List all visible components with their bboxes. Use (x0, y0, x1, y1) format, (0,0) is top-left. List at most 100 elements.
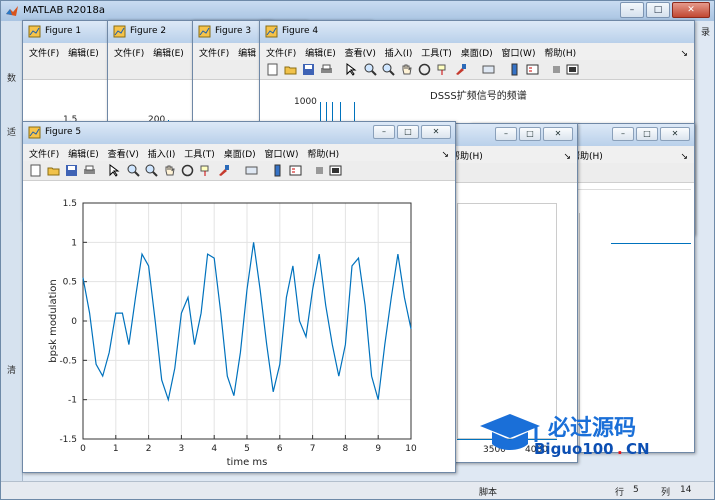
y-axis-label: bpsk modulation (48, 279, 59, 362)
status-col-value: 14 (680, 485, 692, 495)
menu-window[interactable]: 窗口(W) (259, 144, 299, 160)
pointer-icon[interactable] (107, 164, 120, 177)
menu-help[interactable]: 帮助(H) (538, 43, 576, 59)
show-tools-icon[interactable] (566, 63, 579, 76)
close-button[interactable]: ✕ (421, 125, 451, 139)
matlab-logo-icon (6, 6, 18, 16)
menu-insert[interactable]: 插入(I) (142, 144, 176, 160)
y-tick-label: 1000 (294, 97, 317, 107)
menu-edit[interactable]: 编辑(E) (147, 43, 184, 59)
left-strip-label: 适 (7, 128, 17, 138)
maximize-button[interactable]: □ (519, 127, 541, 141)
menu-file[interactable]: 文件(F) (260, 43, 296, 59)
new-figure-icon[interactable] (266, 63, 279, 76)
open-file-icon[interactable] (47, 164, 60, 177)
menu-file[interactable]: 文件(F) (23, 43, 59, 59)
left-side-panel: 数 适 清 (1, 21, 23, 483)
minimize-button[interactable]: – (612, 127, 634, 141)
menu-edit[interactable]: 编辑(E) (299, 43, 336, 59)
maximize-button[interactable]: □ (646, 2, 670, 18)
menu-overflow-icon[interactable]: ↘ (557, 149, 571, 162)
maximize-button[interactable]: □ (636, 127, 658, 141)
menu-view[interactable]: 查看(V) (102, 144, 139, 160)
menu-tools[interactable]: 工具(T) (415, 43, 452, 59)
colorbar-icon[interactable] (508, 63, 521, 76)
menu-help[interactable]: 帮助(H) (301, 144, 339, 160)
zoom-out-icon[interactable] (382, 63, 395, 76)
print-icon[interactable] (83, 164, 96, 177)
menu-overflow-icon[interactable]: ↘ (674, 46, 688, 59)
figure-5-toolbar (23, 161, 455, 181)
status-row-label: 行 (615, 488, 625, 498)
menu-tools[interactable]: 工具(T) (178, 144, 215, 160)
rotate-3d-icon[interactable] (418, 63, 431, 76)
figure-title: Figure 3 (215, 26, 252, 36)
legend-icon[interactable] (289, 164, 302, 177)
x-tick-label: 2 (146, 444, 152, 454)
menu-overflow-icon[interactable]: ↘ (435, 147, 449, 160)
close-button[interactable]: ✕ (672, 2, 710, 18)
menu-view[interactable]: 查看(V) (339, 43, 376, 59)
status-script: 脚本 (479, 488, 498, 498)
save-icon[interactable] (302, 63, 315, 76)
colorbar-icon[interactable] (271, 164, 284, 177)
zoom-in-icon[interactable] (364, 63, 377, 76)
show-tools-icon[interactable] (329, 164, 342, 177)
bpsk-modulation-chart: 0 1 2 3 4 5 6 7 8 9 10 1.5 1 0.5 0 -0.5 -1 -1.5 time ms bps… (48, 199, 417, 468)
menu-desktop[interactable]: 桌面(D) (455, 43, 493, 59)
menu-desktop[interactable]: 桌面(D) (218, 144, 256, 160)
data-cursor-icon[interactable] (436, 63, 449, 76)
watermark-en-text: Biguo100 (534, 440, 614, 458)
menu-file[interactable]: 文件(F) (193, 43, 229, 59)
y-tick-label: -1.5 (59, 435, 77, 445)
new-figure-icon[interactable] (29, 164, 42, 177)
figure-icon (265, 25, 278, 38)
minimize-button[interactable]: – (620, 2, 644, 18)
hide-tools-icon[interactable] (313, 164, 326, 177)
main-title-bar[interactable]: MATLAB R2018a – □ ✕ (1, 1, 714, 21)
x-tick-label: 1 (113, 444, 119, 454)
menu-file[interactable]: 文件(F) (108, 43, 144, 59)
x-tick-label: 6 (277, 444, 283, 454)
x-tick-label: 8 (343, 444, 349, 454)
menu-edit[interactable]: 编辑(E) (62, 43, 99, 59)
legend-icon[interactable] (526, 63, 539, 76)
link-plot-icon[interactable] (482, 63, 495, 76)
brush-icon[interactable] (217, 164, 230, 177)
x-tick-label: 9 (375, 444, 381, 454)
pan-hand-icon[interactable] (400, 63, 413, 76)
link-plot-icon[interactable] (245, 164, 258, 177)
figure-title: Figure 5 (45, 127, 82, 137)
menu-insert[interactable]: 插入(I) (379, 43, 413, 59)
close-button[interactable]: ✕ (543, 127, 573, 141)
menu-edit[interactable]: 编辑(E) (62, 144, 99, 160)
y-tick-label: 1.5 (63, 199, 77, 209)
figure-4-title-bar[interactable]: Figure 4 (260, 21, 694, 43)
rotate-3d-icon[interactable] (181, 164, 194, 177)
menu-window[interactable]: 窗口(W) (496, 43, 536, 59)
menu-file[interactable]: 文件(F) (23, 144, 59, 160)
hide-tools-icon[interactable] (550, 63, 563, 76)
open-file-icon[interactable] (284, 63, 297, 76)
menu-edit[interactable]: 编辑 (232, 43, 256, 59)
menu-overflow-icon[interactable]: ↘ (674, 149, 688, 162)
brush-icon[interactable] (454, 63, 467, 76)
pointer-icon[interactable] (344, 63, 357, 76)
figure-4-toolbar (260, 60, 694, 80)
pan-hand-icon[interactable] (163, 164, 176, 177)
minimize-button[interactable]: – (373, 125, 395, 139)
figure-5-title-bar[interactable]: Figure 5 – □ ✕ (23, 122, 455, 144)
print-icon[interactable] (320, 63, 333, 76)
save-icon[interactable] (65, 164, 78, 177)
minimize-button[interactable]: – (495, 127, 517, 141)
zoom-in-icon[interactable] (127, 164, 140, 177)
data-cursor-icon[interactable] (199, 164, 212, 177)
figure-5-menubar: 文件(F) 编辑(E) 查看(V) 插入(I) 工具(T) 桌面(D) 窗口(W… (23, 144, 455, 161)
figure-5-window[interactable]: Figure 5 – □ ✕ 文件(F) 编辑(E) 查看(V) 插入(I) 工… (22, 121, 456, 473)
zoom-out-icon[interactable] (145, 164, 158, 177)
close-button[interactable]: ✕ (660, 127, 690, 141)
figure-icon (198, 25, 211, 38)
maximize-button[interactable]: □ (397, 125, 419, 139)
left-strip-label: 清 (7, 366, 17, 376)
x-tick-label: 5 (244, 444, 250, 454)
